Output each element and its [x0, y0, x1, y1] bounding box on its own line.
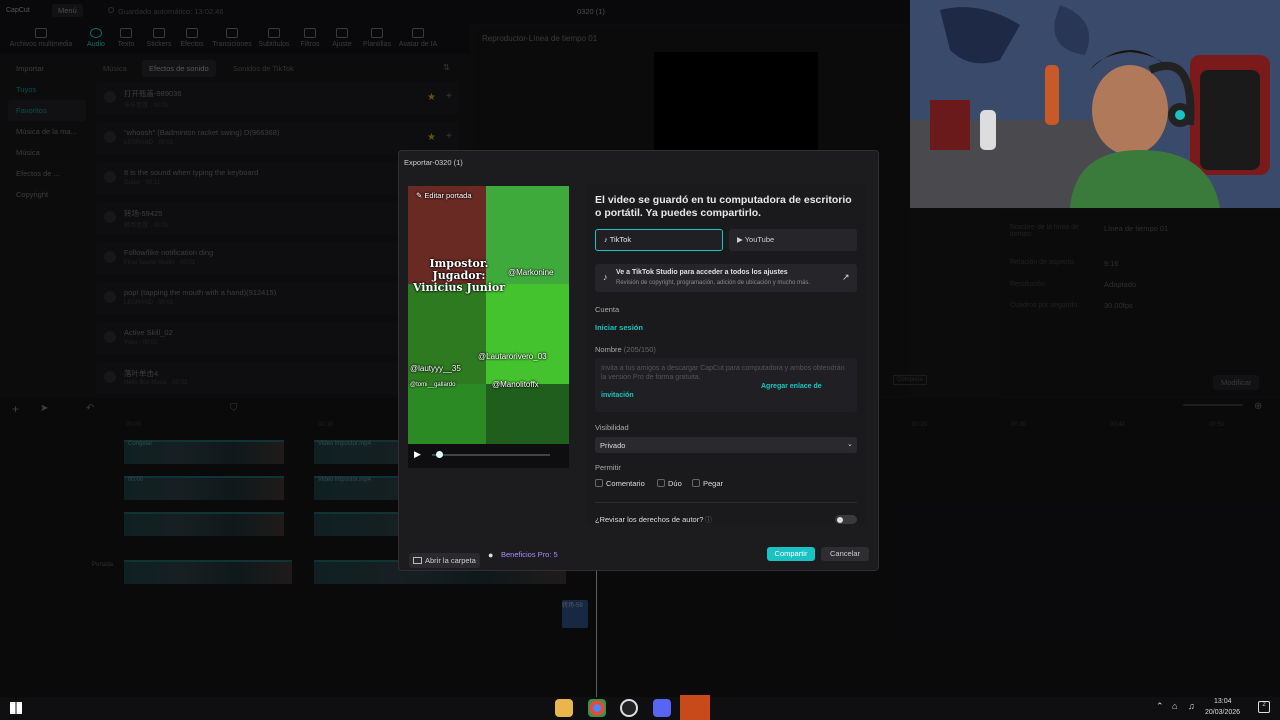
discord-icon[interactable]	[653, 699, 671, 717]
video-tag: @Lautarorivero_03	[478, 352, 547, 361]
tiktok-studio-card[interactable]: ♪ Ve a TikTok Studio para acceder a todo…	[595, 264, 857, 292]
name-text: Invita a tus amigos a descargar CapCut p…	[601, 365, 845, 381]
stitch-checkbox[interactable]	[692, 479, 700, 487]
visibility-label: Visibilidad	[595, 423, 629, 432]
tiktok-button[interactable]: ♪ TikTok	[595, 229, 723, 251]
tray-up-icon[interactable]: ⌃	[1156, 701, 1164, 712]
video-tag: @lautyyy__35	[410, 364, 461, 373]
cancel-button[interactable]: Cancelar	[821, 547, 869, 561]
divider	[595, 502, 857, 503]
saved-message: El video se guardó en tu computadora de …	[595, 194, 852, 219]
allow-label: Permitir	[595, 463, 621, 472]
network-icon[interactable]: ⌂	[1172, 701, 1177, 711]
video-tag: @tomi__gallardo	[410, 382, 456, 388]
dialog-title: Exportar-0320 (1)	[404, 158, 463, 167]
external-link-icon: ↗	[842, 272, 850, 282]
youtube-icon: ▶	[737, 235, 745, 244]
video-cell	[486, 384, 569, 444]
open-folder-button[interactable]: Abrir la carpeta	[409, 553, 480, 568]
clock-time[interactable]: 13:04	[1214, 698, 1232, 705]
youtube-label: YouTube	[744, 235, 775, 244]
share-settings: El video se guardó en tu computadora de …	[586, 184, 866, 524]
name-count: (205/150)	[623, 345, 656, 354]
tiktok-icon: ♪	[603, 272, 608, 282]
preview-controls	[408, 444, 569, 468]
duet-label: Dúo	[668, 479, 682, 488]
play-icon[interactable]: ▶	[414, 449, 421, 460]
clock-date[interactable]: 20/03/2026	[1205, 709, 1240, 716]
chrome-icon[interactable]	[588, 699, 606, 717]
help-icon: ⓘ	[705, 517, 712, 524]
video-cell	[486, 284, 569, 384]
webcam-image	[910, 0, 1280, 208]
video-tag: @Manolitoffx	[492, 380, 539, 389]
login-link[interactable]: Iniciar sesión	[595, 323, 643, 332]
invite-link[interactable]: Agregar enlace de invitación	[601, 382, 847, 400]
account-label: Cuenta	[595, 305, 620, 314]
capcut-taskbar-icon[interactable]	[680, 695, 710, 720]
webcam-overlay	[910, 0, 1280, 208]
studio-title: Ve a TikTok Studio para acceder a todos …	[616, 269, 788, 276]
folder-icon	[413, 557, 422, 564]
comment-checkbox[interactable]	[595, 479, 603, 487]
taskbar: ⌃ ⌂ ♫ 13:04 20/03/2026 2	[0, 697, 1280, 720]
open-folder-label: Abrir la carpeta	[425, 556, 476, 565]
copyright-label: ¿Revisar los derechos de autor?	[595, 515, 704, 524]
visibility-value: Privado	[600, 441, 626, 450]
stitch-label: Pegar	[703, 479, 724, 488]
video-tag: @Markonine	[508, 268, 554, 277]
chevron-down-icon: ⌄	[847, 441, 853, 448]
comment-label: Comentario	[606, 479, 645, 488]
toggle-knob	[837, 516, 843, 523]
progress-track[interactable]	[432, 454, 550, 456]
progress-thumb[interactable]	[436, 451, 443, 458]
video-cell	[408, 384, 486, 444]
edit-cover-label: Editar portada	[424, 191, 472, 200]
studio-subtitle: Revisión de copyright, programación, adi…	[616, 280, 811, 286]
pro-benefits-link[interactable]: Beneficios Pro: 5	[501, 550, 558, 559]
visibility-select[interactable]: Privado ⌄	[595, 437, 857, 453]
video-headline: Impostor. Jugador: Vinicius Junior	[412, 257, 506, 294]
youtube-button[interactable]: ▶ YouTube	[729, 229, 857, 251]
file-explorer-icon[interactable]	[555, 699, 573, 717]
notification-badge[interactable]: 2	[1258, 701, 1270, 713]
edit-cover-button[interactable]: ✎ Editar portada	[416, 191, 472, 200]
obs-icon[interactable]	[620, 699, 638, 717]
share-button[interactable]: Compartir	[767, 547, 815, 561]
duet-checkbox[interactable]	[657, 479, 665, 487]
video-preview[interactable]: ✎ Editar portada Impostor. Jugador: Vini…	[408, 186, 569, 468]
volume-icon[interactable]: ♫	[1188, 701, 1195, 711]
info-icon: ●	[488, 550, 494, 560]
capcut-app: CapCut Menú Guardado automático: 13:02:4…	[0, 0, 1280, 697]
windows-start-icon[interactable]	[10, 702, 22, 714]
name-field[interactable]: Invita a tus amigos a descargar CapCut p…	[595, 358, 857, 412]
name-label-text: Nombre	[595, 345, 622, 354]
name-label: Nombre (205/150)	[595, 345, 656, 354]
tiktok-label: TikTok	[609, 235, 632, 244]
copyright-toggle[interactable]	[835, 515, 857, 524]
